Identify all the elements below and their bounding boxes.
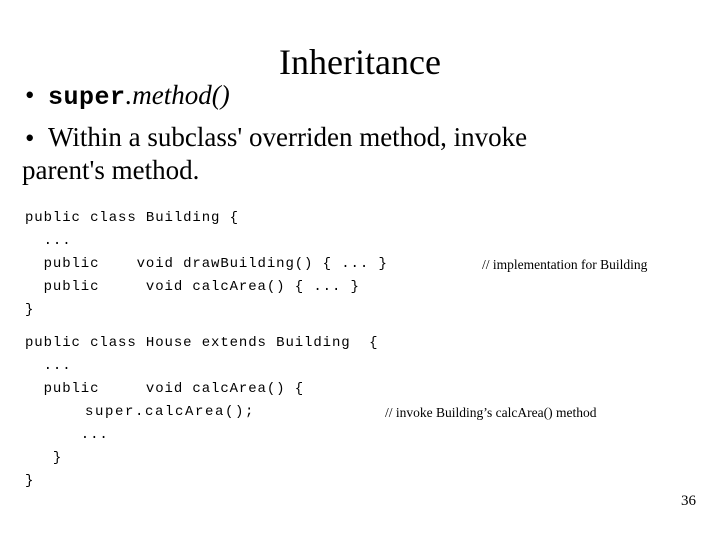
code-line: super.calcArea(); // invoke Building’s ca… [25, 401, 705, 424]
bullet-description-line-2: parent's method. [22, 155, 200, 185]
bullet-marker-icon: • [25, 123, 35, 153]
code-line-text: public void calcArea() { [25, 381, 305, 397]
code-comment: // implementation for Building [482, 257, 648, 272]
code-line: ... [25, 424, 705, 447]
code-line-text: } [25, 450, 63, 466]
code-line: public void drawBuilding() { ... } // imp… [25, 253, 705, 276]
code-line: public class House extends Building { [25, 332, 705, 355]
code-sample: public class Building { ... public void … [25, 207, 705, 493]
code-line-text: public class Building { [25, 210, 239, 226]
code-line-text: } [25, 302, 35, 318]
code-line: } [25, 447, 705, 470]
bullet-item-super-method: • super.method() [22, 78, 670, 115]
code-line-text: } [25, 473, 35, 489]
slide-number: 36 [681, 493, 696, 509]
code-line: } [25, 470, 705, 493]
code-line: ... [25, 355, 705, 378]
code-line: } [25, 299, 705, 322]
code-line-text: ... [25, 233, 72, 249]
code-line: public void calcArea() { [25, 378, 705, 401]
bullet-description-line-1: Within a subclass' overriden method, inv… [48, 122, 528, 152]
code-line: ... [25, 230, 705, 253]
bullet-list: • super.method() • Within a subclass' ov… [22, 78, 670, 193]
bullet-method-call: .method() [125, 80, 230, 110]
code-line-text: super.calcArea(); [25, 404, 256, 420]
code-line-text: public class House extends Building { [25, 335, 379, 351]
bullet-marker-icon: • [25, 80, 35, 110]
code-line-text: public void calcArea() { ... } [25, 279, 360, 295]
presentation-slide: Inheritance • super.method() • Within a … [0, 0, 720, 540]
code-comment: // invoke Building’s calcArea() method [385, 405, 597, 420]
bullet-item-description: • Within a subclass' overriden method, i… [22, 121, 670, 187]
bullet-code-keyword: super [48, 83, 126, 112]
code-line-text: public void drawBuilding() { ... } [25, 256, 388, 272]
code-line-text: ... [25, 358, 72, 374]
code-line: public void calcArea() { ... } [25, 276, 705, 299]
code-line: public class Building { [25, 207, 705, 230]
code-line-text: ... [25, 427, 109, 443]
